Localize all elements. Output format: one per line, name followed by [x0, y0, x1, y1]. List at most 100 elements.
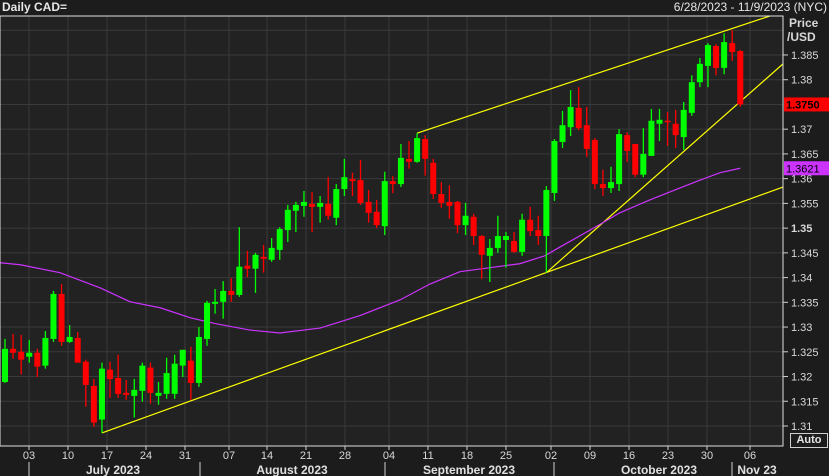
candle-body: [204, 302, 210, 339]
candle-body: [252, 254, 259, 269]
candle-body: [672, 123, 679, 136]
date-tick-label: 16: [623, 450, 635, 462]
price-tick-label: 1.315: [791, 396, 819, 408]
candle-body: [244, 265, 251, 269]
candle-body: [381, 181, 388, 227]
candle-body: [737, 51, 744, 105]
candle-body: [10, 348, 17, 353]
candle-body: [228, 290, 235, 295]
price-tick-label: 1.33: [791, 322, 812, 334]
price-tick-label: 1.36: [791, 174, 812, 186]
month-label: September 2023: [423, 463, 515, 476]
candle-body: [446, 201, 453, 206]
candle-body: [729, 43, 736, 53]
candle-body: [236, 266, 243, 295]
date-tick-label: 04: [383, 450, 395, 462]
price-tick-label: 1.325: [791, 347, 819, 359]
date-tick-label: 10: [62, 450, 74, 462]
candle-body: [632, 144, 639, 175]
candle-body: [575, 107, 582, 129]
month-label: October 2023: [621, 463, 697, 476]
price-tick-label: 1.35: [791, 223, 812, 235]
price-axis-unit: /USD: [787, 30, 816, 44]
candle-body: [406, 158, 412, 162]
candle-body: [115, 378, 122, 394]
candle-body: [50, 293, 57, 339]
candle-body: [26, 352, 33, 357]
candle-body: [155, 392, 162, 396]
candle-body: [704, 45, 711, 66]
candle-body: [616, 134, 623, 185]
candle-body: [567, 106, 574, 128]
candle-body: [325, 203, 332, 216]
candle-body: [543, 190, 550, 237]
date-tick-label: 11: [422, 450, 433, 462]
candle-body: [664, 120, 671, 123]
price-tick-label: 1.37: [791, 124, 812, 136]
candle-body: [212, 301, 219, 304]
auto-scale-button[interactable]: Auto: [790, 433, 828, 448]
candle-body: [82, 361, 89, 385]
date-tick-label: 09: [584, 450, 596, 462]
candle-body: [179, 349, 186, 366]
candle-body: [187, 360, 194, 383]
candle-down: [430, 158, 437, 199]
candle-body: [74, 337, 81, 363]
candle-body: [220, 290, 227, 302]
candle-body: [688, 82, 695, 113]
date-tick-label: 21: [300, 450, 312, 462]
candle-up: [381, 171, 388, 236]
candle-body: [349, 179, 356, 182]
candle-body: [260, 256, 267, 259]
candle-down: [591, 138, 598, 190]
candle-body: [648, 120, 655, 156]
candlestick-chart[interactable]: 1.385 1.38 1.37 1.365 1.36 1.355 1.35 1.345 1.34…: [0, 0, 829, 476]
date-axis[interactable]: 03 10 17 24 31 07 14 21 28 04 11 18 25 02 09 16 23 30 06 Ju…: [23, 446, 777, 476]
price-tick-label: 1.365: [791, 149, 819, 161]
candle-body: [527, 219, 534, 232]
candle-body: [147, 367, 154, 393]
candle-body: [713, 46, 720, 68]
candle-body: [90, 385, 97, 423]
candle-body: [502, 236, 509, 240]
date-tick-label: 25: [500, 450, 512, 462]
candle-down: [90, 379, 97, 427]
candle-body: [373, 211, 380, 226]
candle-body: [414, 138, 421, 162]
candle-body: [583, 125, 590, 149]
month-label: July 2023: [86, 463, 140, 476]
candle-up: [519, 213, 526, 256]
candle-body: [462, 215, 469, 226]
candle-body: [519, 219, 526, 252]
candle-body: [624, 135, 631, 151]
candle-body: [58, 293, 65, 342]
candle-body: [608, 182, 614, 189]
candle-body: [317, 202, 324, 207]
price-tick-label: 1.335: [791, 297, 819, 309]
candle-down: [737, 50, 744, 107]
candle-body: [195, 336, 202, 383]
price-tick-label: 1.38: [791, 75, 812, 87]
candle-body: [438, 193, 445, 203]
date-tick-label: 23: [662, 450, 674, 462]
candle-body: [66, 336, 73, 342]
candle-body: [454, 201, 461, 226]
candle-body: [171, 363, 178, 394]
candle-body: [284, 209, 291, 231]
candle-body: [422, 139, 429, 159]
date-tick-label: 31: [179, 450, 191, 462]
candle-body: [486, 247, 493, 256]
date-tick-label: 07: [223, 450, 235, 462]
date-tick-label: 24: [140, 450, 152, 462]
candle-body: [357, 180, 364, 203]
candle-body: [494, 236, 501, 248]
candle-up: [50, 290, 57, 342]
candle-body: [599, 184, 606, 189]
candle-body: [365, 201, 372, 213]
candle-body: [640, 153, 647, 175]
candle-body: [123, 392, 130, 395]
candle-body: [430, 162, 437, 194]
date-tick-label: 28: [339, 450, 351, 462]
candle-body: [656, 119, 663, 124]
candle-body: [551, 141, 558, 193]
